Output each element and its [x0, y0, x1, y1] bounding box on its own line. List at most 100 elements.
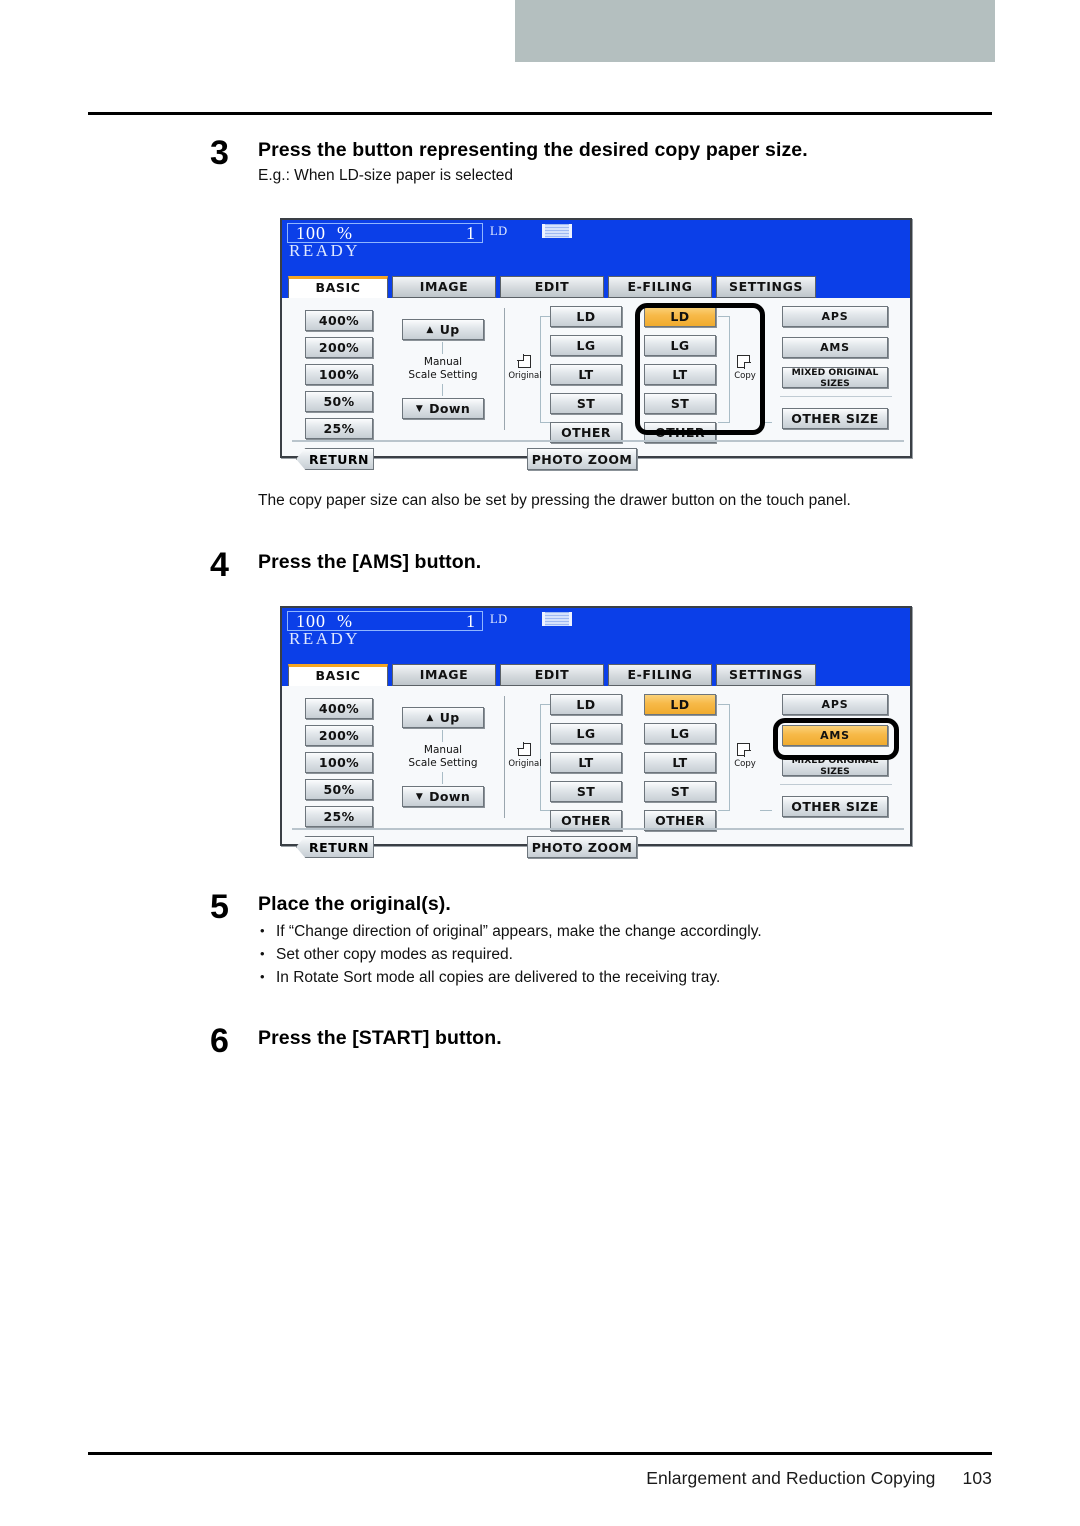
step-5-bullets: If “Change direction of original” appear…	[258, 919, 762, 989]
tab-efiling[interactable]: E-FILING	[608, 276, 712, 298]
panel-1-footer-separator	[292, 440, 904, 442]
tab-edit[interactable]: EDIT	[500, 664, 604, 686]
list-item: In Rotate Sort mode all copies are deliv…	[258, 965, 762, 989]
list-item: If “Change direction of original” appear…	[258, 919, 762, 943]
photo-zoom-button[interactable]: PHOTO ZOOM	[527, 448, 637, 470]
tab-basic[interactable]: BASIC	[288, 664, 388, 686]
original-size-ld[interactable]: LD	[550, 694, 622, 715]
return-button[interactable]: RETURN	[296, 836, 374, 858]
step-3-title: Press the button representing the desire…	[258, 139, 808, 161]
copy-page-icon	[737, 355, 751, 369]
tab-settings[interactable]: SETTINGS	[716, 276, 816, 298]
panel-2-status-header: 100 % 1 READY LD	[282, 608, 910, 664]
copy-size-st[interactable]: ST	[644, 393, 716, 414]
ams-button[interactable]: AMS	[782, 725, 888, 746]
panel-1-copy-count: 1	[466, 223, 475, 243]
step-6-number: 6	[210, 1022, 229, 1060]
right-divider	[780, 784, 892, 785]
ams-button[interactable]: AMS	[782, 337, 888, 358]
aps-button[interactable]: APS	[782, 694, 888, 715]
original-size-lt[interactable]: LT	[550, 752, 622, 773]
original-size-lg[interactable]: LG	[550, 335, 622, 356]
copy-size-lg[interactable]: LG	[644, 335, 716, 356]
return-button[interactable]: RETURN	[296, 448, 374, 470]
manual-scale-up-button[interactable]: ▲ Up	[402, 707, 484, 728]
copy-caption: Copy	[734, 759, 756, 769]
original-size-ld[interactable]: LD	[550, 306, 622, 327]
panel-2-tab-row: BASIC IMAGE EDIT E-FILING SETTINGS	[282, 664, 910, 686]
copy-size-lg[interactable]: LG	[644, 723, 716, 744]
ratio-button-100[interactable]: 100%	[305, 752, 373, 773]
ratio-button-50[interactable]: 50%	[305, 391, 373, 412]
tab-efiling[interactable]: E-FILING	[608, 664, 712, 686]
copy-size-ld[interactable]: LD	[644, 306, 716, 327]
triangle-up-icon: ▲	[426, 324, 434, 335]
ratio-button-50[interactable]: 50%	[305, 779, 373, 800]
tab-edit[interactable]: EDIT	[500, 276, 604, 298]
ratio-button-400[interactable]: 400%	[305, 698, 373, 719]
tab-image[interactable]: IMAGE	[392, 276, 496, 298]
other-size-button[interactable]: OTHER SIZE	[782, 408, 888, 429]
mixed-original-sizes-button[interactable]: MIXED ORIGINAL SIZES	[782, 367, 888, 389]
manual-scale-down-button[interactable]: ▼ Down	[402, 398, 484, 419]
original-size-st[interactable]: ST	[550, 393, 622, 414]
panel-1-divider	[504, 308, 505, 430]
manual-scale-caption: Manual Scale Setting	[408, 744, 478, 769]
other-size-button[interactable]: OTHER SIZE	[782, 796, 888, 817]
touch-panel-screen-2[interactable]: 100 % 1 READY LD BASIC IMAGE EDIT E-FILI…	[280, 606, 912, 858]
panel-2-ready-text: READY	[289, 629, 361, 648]
tab-image[interactable]: IMAGE	[392, 664, 496, 686]
triangle-down-icon: ▼	[415, 403, 424, 414]
manual-scale-down-button[interactable]: ▼ Down	[402, 786, 484, 807]
step-5-number: 5	[210, 888, 229, 926]
header-gray-band	[515, 0, 995, 62]
list-item: Set other copy modes as required.	[258, 942, 762, 966]
copy-conn-b	[729, 704, 730, 810]
copy-conn-c	[718, 422, 730, 423]
original-size-st[interactable]: ST	[550, 781, 622, 802]
aps-button[interactable]: APS	[782, 306, 888, 327]
step-4-title: Press the [AMS] button.	[258, 551, 482, 573]
ratio-button-200[interactable]: 200%	[305, 725, 373, 746]
orig-conn-c	[540, 810, 550, 811]
panel-1-status-header: 100 % 1 READY LD	[282, 220, 910, 276]
orig-conn-a	[540, 316, 550, 317]
copy-conn-d	[760, 810, 772, 811]
panel-1-ready-text: READY	[289, 241, 361, 260]
orig-conn-a	[540, 704, 550, 705]
original-size-lt[interactable]: LT	[550, 364, 622, 385]
ratio-button-25[interactable]: 25%	[305, 806, 373, 827]
orig-conn-c	[540, 422, 550, 423]
step-6: 6 Press the [START] button.	[210, 1024, 1010, 1064]
ratio-button-400[interactable]: 400%	[305, 310, 373, 331]
manual-scale-caption: Manual Scale Setting	[408, 356, 478, 381]
manual-connector-bottom	[442, 384, 443, 396]
copy-size-lt[interactable]: LT	[644, 752, 716, 773]
panel-2-divider	[504, 696, 505, 818]
ratio-button-200[interactable]: 200%	[305, 337, 373, 358]
original-size-lg[interactable]: LG	[550, 723, 622, 744]
paper-tray-icon	[542, 612, 572, 626]
tab-settings[interactable]: SETTINGS	[716, 664, 816, 686]
copy-size-lt[interactable]: LT	[644, 364, 716, 385]
ratio-button-25[interactable]: 25%	[305, 418, 373, 439]
right-divider	[780, 396, 892, 397]
tab-basic[interactable]: BASIC	[288, 276, 388, 298]
photo-zoom-button[interactable]: PHOTO ZOOM	[527, 836, 637, 858]
mixed-original-sizes-button[interactable]: MIXED ORIGINAL SIZES	[782, 755, 888, 777]
touch-panel-screen-1[interactable]: 100 % 1 READY LD BASIC IMAGE EDIT E-FILI…	[280, 218, 912, 470]
panel-1-status-box: 100 % 1	[287, 223, 483, 243]
copy-size-ld[interactable]: LD	[644, 694, 716, 715]
original-caption: Original	[508, 371, 542, 381]
step-6-title: Press the [START] button.	[258, 1027, 502, 1049]
manual-connector-bottom	[442, 772, 443, 784]
copy-conn-c	[718, 810, 730, 811]
copy-size-st[interactable]: ST	[644, 781, 716, 802]
page-number: 103	[962, 1468, 992, 1488]
step-3: 3 Press the button representing the desi…	[210, 136, 1010, 196]
step-5: 5 Place the original(s). If “Change dire…	[210, 890, 1010, 990]
panel-2-copy-count: 1	[466, 611, 475, 631]
ratio-button-100[interactable]: 100%	[305, 364, 373, 385]
manual-scale-up-button[interactable]: ▲ Up	[402, 319, 484, 340]
panel-1-body: 400% 200% 100% 50% 25% ▲ Up Manual Scale S…	[282, 298, 910, 470]
